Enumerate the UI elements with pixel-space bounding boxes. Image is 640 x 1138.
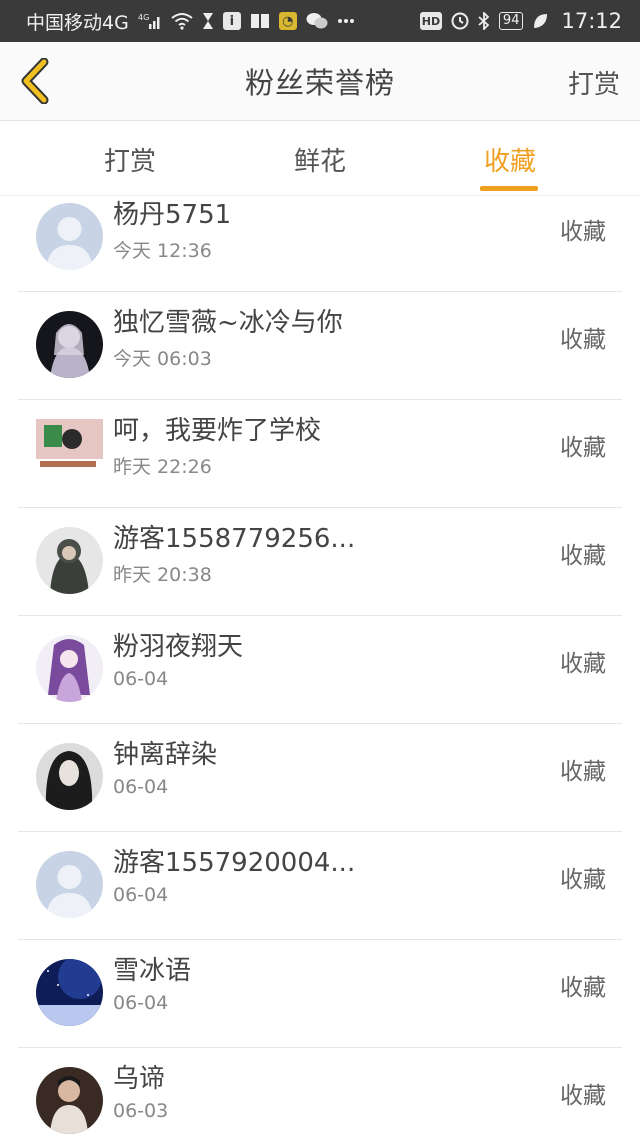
hoodie-avatar [36, 527, 103, 594]
active-tab-indicator [480, 186, 538, 191]
list-item[interactable]: 雪冰语 06-04 收藏 [18, 940, 622, 1048]
carrier-label: 中国移动4G [26, 11, 129, 34]
battery-icon: 94 [498, 12, 524, 30]
signal-icon: 4G [138, 12, 162, 30]
user-time: 昨天 22:26 [113, 456, 212, 478]
user-time: 今天 06:03 [113, 348, 212, 370]
night-sky-avatar [36, 959, 103, 1026]
list-item[interactable]: 游客1558779256... 昨天 20:38 收藏 [18, 508, 622, 616]
user-time: 06-03 [113, 1100, 169, 1122]
user-name: 杨丹5751 [113, 200, 232, 230]
favorite-label: 收藏 [560, 1083, 606, 1109]
reward-button[interactable]: 打赏 [568, 64, 620, 101]
list-item[interactable]: 粉羽夜翔天 06-04 收藏 [18, 616, 622, 724]
favorite-label: 收藏 [560, 651, 606, 677]
list-item[interactable]: 呵，我要炸了学校 昨天 22:26 收藏 [18, 400, 622, 508]
favorite-label: 收藏 [560, 435, 606, 461]
list-item[interactable]: 杨丹5751 今天 12:36 收藏 [18, 196, 622, 292]
page-title: 粉丝荣誉榜 [244, 66, 395, 100]
favorite-label: 收藏 [560, 975, 606, 1001]
user-time: 06-04 [113, 668, 169, 690]
user-name: 粉羽夜翔天 [113, 632, 244, 662]
user-name: 独忆雪薇~冰冷与你 [113, 308, 343, 338]
favorite-label: 收藏 [560, 867, 606, 893]
purple-anime-avatar [36, 635, 103, 702]
bluetooth-icon [478, 12, 490, 30]
user-time: 06-04 [113, 776, 169, 798]
person-avatar [36, 1067, 103, 1134]
book-icon [250, 12, 270, 30]
user-name: 钟离辞染 [113, 740, 218, 770]
user-name: 雪冰语 [113, 956, 192, 986]
user-name: 呵，我要炸了学校 [113, 416, 322, 446]
default-avatar [36, 203, 103, 270]
leaf-icon [532, 12, 548, 30]
chat-app-icon: ◔ [278, 12, 297, 30]
user-time: 今天 12:36 [113, 240, 212, 262]
list-item[interactable]: 游客1557920004... 06-04 收藏 [18, 832, 622, 940]
alarm-icon [451, 12, 469, 30]
anime-art-avatar [36, 419, 103, 486]
list-item[interactable]: 钟离辞染 06-04 收藏 [18, 724, 622, 832]
favorite-label: 收藏 [560, 327, 606, 353]
fan-list[interactable]: 杨丹5751 今天 12:36 收藏 独忆雪薇~冰冷与你 今天 06:03 收藏… [18, 196, 622, 1138]
tab-bar: 打赏 鲜花 收藏 [0, 121, 640, 196]
default-avatar [36, 851, 103, 918]
tab-reward[interactable]: 打赏 [70, 141, 190, 178]
user-time: 06-04 [113, 992, 169, 1014]
status-bar: 中国移动4G 4G i ◔ HD 94 17:12 [0, 0, 640, 42]
tab-flowers[interactable]: 鲜花 [260, 141, 380, 178]
hourglass-icon [202, 12, 214, 30]
favorite-label: 收藏 [560, 543, 606, 569]
favorite-label: 收藏 [560, 219, 606, 245]
nav-header: 粉丝荣誉榜 打赏 [0, 42, 640, 121]
favorite-label: 收藏 [560, 759, 606, 785]
hd-icon: HD [419, 12, 442, 30]
user-time: 06-04 [113, 884, 169, 906]
dark-hair-avatar [36, 743, 103, 810]
chevron-left-icon [21, 58, 49, 104]
wechat-icon [306, 12, 328, 30]
info-icon: i [222, 12, 241, 30]
clock: 17:12 [561, 9, 622, 33]
user-name: 游客1557920004... [113, 848, 356, 878]
list-item[interactable]: 乌谛 06-03 收藏 [18, 1048, 622, 1138]
more-icon [337, 18, 355, 24]
user-time: 昨天 20:38 [113, 564, 212, 586]
back-button[interactable] [14, 58, 54, 104]
list-item[interactable]: 独忆雪薇~冰冷与你 今天 06:03 收藏 [18, 292, 622, 400]
user-name: 乌谛 [113, 1064, 166, 1094]
anime-girl-avatar [36, 311, 103, 378]
wifi-icon [171, 12, 193, 30]
user-name: 游客1558779256... [113, 524, 356, 554]
svg-text:4G: 4G [138, 13, 149, 22]
tab-favorites[interactable]: 收藏 [450, 141, 570, 178]
